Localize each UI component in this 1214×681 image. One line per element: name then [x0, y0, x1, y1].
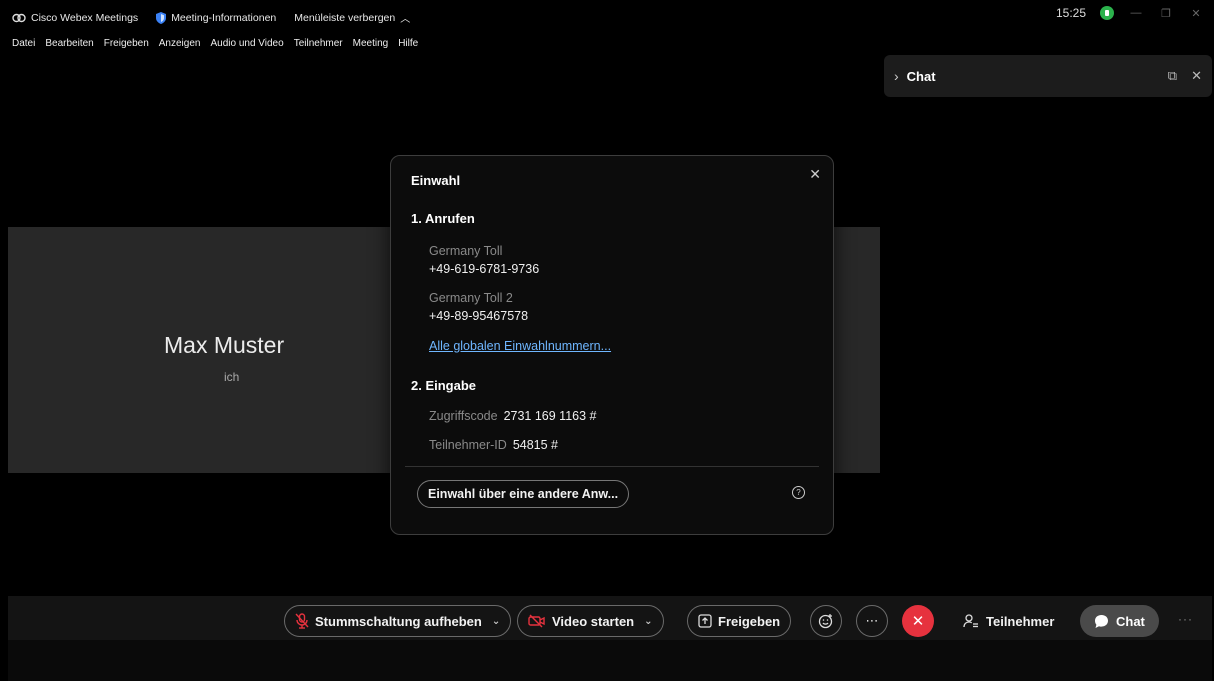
- bottom-strip: [8, 640, 1212, 681]
- participants-button[interactable]: Teilnehmer: [963, 605, 1054, 637]
- alt-dial-in-button[interactable]: Einwahl über eine andere Anw...: [417, 480, 630, 508]
- connection-status-icon[interactable]: [1100, 6, 1114, 20]
- restore-icon[interactable]: ❐: [1158, 7, 1174, 20]
- participants-icon: [963, 614, 978, 628]
- start-video-button[interactable]: Video starten ⌄: [517, 605, 664, 637]
- menu-hilfe[interactable]: Hilfe: [398, 38, 418, 49]
- title-bar: Cisco Webex Meetings Meeting-Information…: [0, 0, 1214, 36]
- phone-number-1: +49-619-6781-9736: [429, 262, 540, 276]
- dial-in-dialog: Einwahl ✕ 1. Anrufen Germany Toll +49-61…: [390, 155, 834, 535]
- menu-teilnehmer[interactable]: Teilnehmer: [294, 38, 343, 49]
- emoji-icon: [818, 614, 833, 629]
- help-icon[interactable]: ?: [792, 486, 805, 499]
- start-video-label: Video starten: [552, 613, 635, 629]
- reactions-button[interactable]: [810, 605, 842, 637]
- overflow-menu-icon[interactable]: ···: [1178, 612, 1193, 626]
- more-options-button[interactable]: ⋯: [856, 605, 888, 637]
- app-name: Cisco Webex Meetings: [31, 11, 139, 24]
- end-meeting-button[interactable]: ✕: [902, 605, 934, 637]
- share-button[interactable]: Freigeben: [687, 605, 792, 637]
- close-icon[interactable]: ✕: [809, 166, 821, 183]
- chat-label: Chat: [1116, 613, 1145, 629]
- section-enter-title: 2. Eingabe: [411, 378, 477, 393]
- divider: [405, 466, 819, 467]
- menu-meeting[interactable]: Meeting: [353, 38, 389, 49]
- global-numbers-link[interactable]: Alle globalen Einwahlnummern...: [429, 339, 611, 353]
- hide-menu-button[interactable]: Menüleiste verbergen ︿: [294, 10, 411, 26]
- access-code-label: Zugriffscode: [429, 409, 498, 423]
- share-icon: [698, 614, 712, 628]
- chat-button[interactable]: Chat: [1080, 605, 1159, 637]
- menu-bearbeiten[interactable]: Bearbeiten: [45, 38, 93, 49]
- clock: 15:25: [1055, 6, 1086, 20]
- meeting-control-bar: Stummschaltung aufheben ⌄ Video starten …: [8, 596, 1212, 640]
- unmute-button[interactable]: Stummschaltung aufheben ⌄: [284, 605, 512, 637]
- chat-panel-title: Chat: [906, 68, 936, 84]
- phone-label-1: Germany Toll: [429, 244, 503, 258]
- phone-label-2: Germany Toll 2: [429, 291, 513, 305]
- phone-number-2: +49-89-95467578: [429, 309, 529, 323]
- share-label: Freigeben: [718, 613, 781, 629]
- app-title: Cisco Webex Meetings: [12, 12, 138, 24]
- participant-id-row: Teilnehmer-ID 54815 #: [429, 438, 558, 452]
- close-icon: ✕: [911, 613, 925, 630]
- meeting-info-label: Meeting-Informationen: [171, 11, 277, 24]
- participant-self-label: ich: [224, 370, 240, 384]
- more-icon: ⋯: [865, 613, 879, 628]
- menu-audio-video[interactable]: Audio und Video: [210, 38, 283, 49]
- chat-panel-header: › Chat ⧉ ✕: [884, 55, 1212, 97]
- unmute-label: Stummschaltung aufheben: [315, 613, 482, 629]
- dialog-title: Einwahl: [411, 173, 461, 188]
- menu-datei[interactable]: Datei: [12, 38, 35, 49]
- participant-name: Max Muster: [164, 332, 285, 358]
- participant-id-value: 54815 #: [512, 438, 558, 452]
- close-window-icon[interactable]: ✕: [1188, 7, 1204, 20]
- popout-icon[interactable]: ⧉: [1168, 68, 1177, 84]
- webex-logo-icon: [12, 13, 26, 22]
- section-call-title: 1. Anrufen: [411, 211, 475, 226]
- menu-anzeigen[interactable]: Anzeigen: [159, 38, 201, 49]
- chat-bubble-icon: [1095, 614, 1108, 628]
- shield-icon: [156, 11, 167, 24]
- close-chat-icon[interactable]: ✕: [1191, 68, 1202, 84]
- chevron-up-icon: ︿: [400, 14, 411, 25]
- participants-label: Teilnehmer: [986, 613, 1055, 629]
- meeting-info-button[interactable]: Meeting-Informationen: [156, 11, 277, 24]
- chevron-right-icon[interactable]: ›: [894, 68, 899, 84]
- video-off-icon: [528, 614, 545, 628]
- chevron-down-icon[interactable]: ⌄: [644, 616, 652, 627]
- access-code-row: Zugriffscode 2731 169 1163 #: [429, 409, 596, 423]
- participant-id-label: Teilnehmer-ID: [429, 438, 507, 452]
- chevron-down-icon[interactable]: ⌄: [492, 616, 500, 627]
- hide-menu-label: Menüleiste verbergen: [294, 11, 396, 24]
- menu-freigeben[interactable]: Freigeben: [104, 38, 149, 49]
- mic-muted-icon: [295, 613, 309, 629]
- minimize-icon[interactable]: —: [1128, 7, 1144, 19]
- menu-bar: Datei Bearbeiten Freigeben Anzeigen Audi…: [12, 38, 418, 49]
- access-code-value: 2731 169 1163 #: [503, 409, 597, 423]
